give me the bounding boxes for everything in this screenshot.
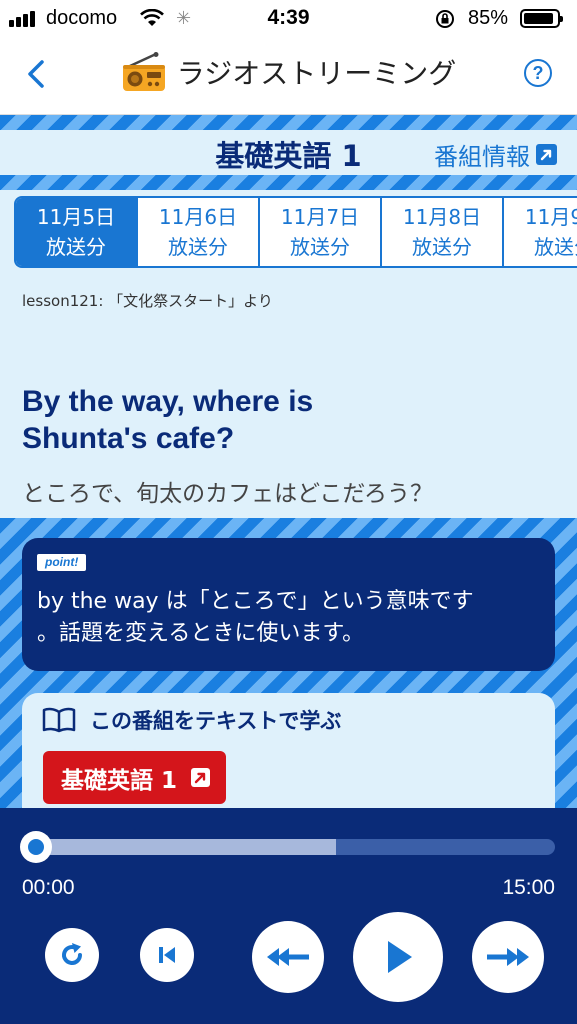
- tab-date-label: 11月5日: [36, 205, 116, 229]
- tab-nov-8[interactable]: 11月8日 放送分: [382, 198, 504, 266]
- orientation-lock-icon: [436, 10, 454, 28]
- battery-icon: [520, 9, 563, 28]
- current-time: 00:00: [22, 876, 75, 899]
- page-title: ラジオストリーミング: [0, 52, 577, 92]
- nav-bar: ラジオストリーミング ?: [0, 38, 577, 115]
- seek-thumb[interactable]: [20, 831, 52, 863]
- buffered-bar: [22, 839, 337, 855]
- program-header: 基礎英語 1 番組情報: [0, 130, 577, 175]
- point-text-line: 。話題を変えるときに使います。: [37, 621, 365, 646]
- fast-forward-icon: [487, 948, 529, 966]
- stripe-band: [0, 115, 577, 130]
- repeat-icon: [62, 943, 82, 965]
- key-phrase-line: Shunta's cafe?: [22, 422, 235, 455]
- textbook-heading: この番組をテキストで学ぶ: [42, 705, 341, 735]
- battery-percent: 85%: [468, 7, 509, 29]
- tab-nov-9[interactable]: 11月9日 放送分: [504, 198, 577, 266]
- tab-date-label: 11月7日: [280, 205, 360, 229]
- key-phrase-line: By the way, where is: [22, 385, 314, 418]
- lesson-source: lesson121: 「文化祭スタート」より: [22, 292, 273, 310]
- tab-suffix-label: 放送分: [168, 235, 228, 259]
- program-info-link[interactable]: 番組情報: [434, 137, 557, 172]
- skip-back-button[interactable]: [140, 928, 194, 982]
- rewind-button[interactable]: [252, 921, 324, 993]
- tab-nov-5[interactable]: 11月5日 放送分: [16, 198, 138, 266]
- program-info-label: 番組情報: [434, 143, 530, 171]
- external-link-icon: [191, 768, 211, 787]
- book-icon: [42, 707, 76, 733]
- status-bar: docomo ✳ 4:39 85%: [0, 0, 577, 38]
- key-phrase-japanese: ところで、旬太のカフェはどこだろう？: [22, 481, 434, 507]
- tab-suffix-label: 放送分: [290, 235, 350, 259]
- nav-title-text: ラジオストリーミング: [176, 57, 457, 90]
- point-badge: point!: [37, 554, 87, 571]
- play-button[interactable]: [353, 912, 443, 1002]
- fast-forward-button[interactable]: [472, 921, 544, 993]
- radio-icon: [122, 52, 165, 91]
- lesson-content: 11月5日 放送分 11月6日 放送分 11月7日 放送分 11月8日 放送分 …: [0, 190, 577, 518]
- tab-suffix-label: 放送分: [46, 235, 106, 259]
- help-button[interactable]: ?: [524, 59, 552, 87]
- tab-suffix-label: 放送分: [412, 235, 472, 259]
- lesson-notes-area: point! by the way は「ところで」という意味です 。話題を変える…: [0, 518, 577, 853]
- external-link-icon: [536, 144, 557, 165]
- tab-nov-6[interactable]: 11月6日 放送分: [138, 198, 260, 266]
- stripe-band: [0, 175, 577, 190]
- point-text-line: by the way は「ところで」という意味です: [37, 589, 474, 614]
- audio-player: 00:00 15:00: [0, 808, 577, 1024]
- repeat-button[interactable]: [45, 928, 99, 982]
- seek-track[interactable]: [22, 839, 555, 855]
- play-icon: [388, 941, 412, 973]
- tab-suffix-label: 放送分: [534, 235, 577, 259]
- key-phrase-english: By the way, where is Shunta's cafe?: [22, 383, 562, 457]
- textbook-link-button[interactable]: 基礎英語 1: [43, 751, 227, 804]
- textbook-link-label: 基礎英語 1: [61, 767, 178, 794]
- total-time: 15:00: [502, 876, 555, 899]
- point-box: point! by the way は「ところで」という意味です 。話題を変える…: [22, 538, 555, 671]
- skip-previous-icon: [159, 947, 175, 963]
- textbook-heading-label: この番組をテキストで学ぶ: [90, 709, 342, 733]
- date-tabs: 11月5日 放送分 11月6日 放送分 11月7日 放送分 11月8日 放送分 …: [14, 196, 577, 268]
- rewind-icon: [267, 948, 309, 966]
- tab-date-label: 11月6日: [158, 205, 238, 229]
- tab-date-label: 11月8日: [402, 205, 482, 229]
- tab-nov-7[interactable]: 11月7日 放送分: [260, 198, 382, 266]
- point-text: by the way は「ところで」という意味です 。話題を変えるときに使います…: [37, 586, 542, 650]
- tab-date-label: 11月9日: [524, 205, 577, 229]
